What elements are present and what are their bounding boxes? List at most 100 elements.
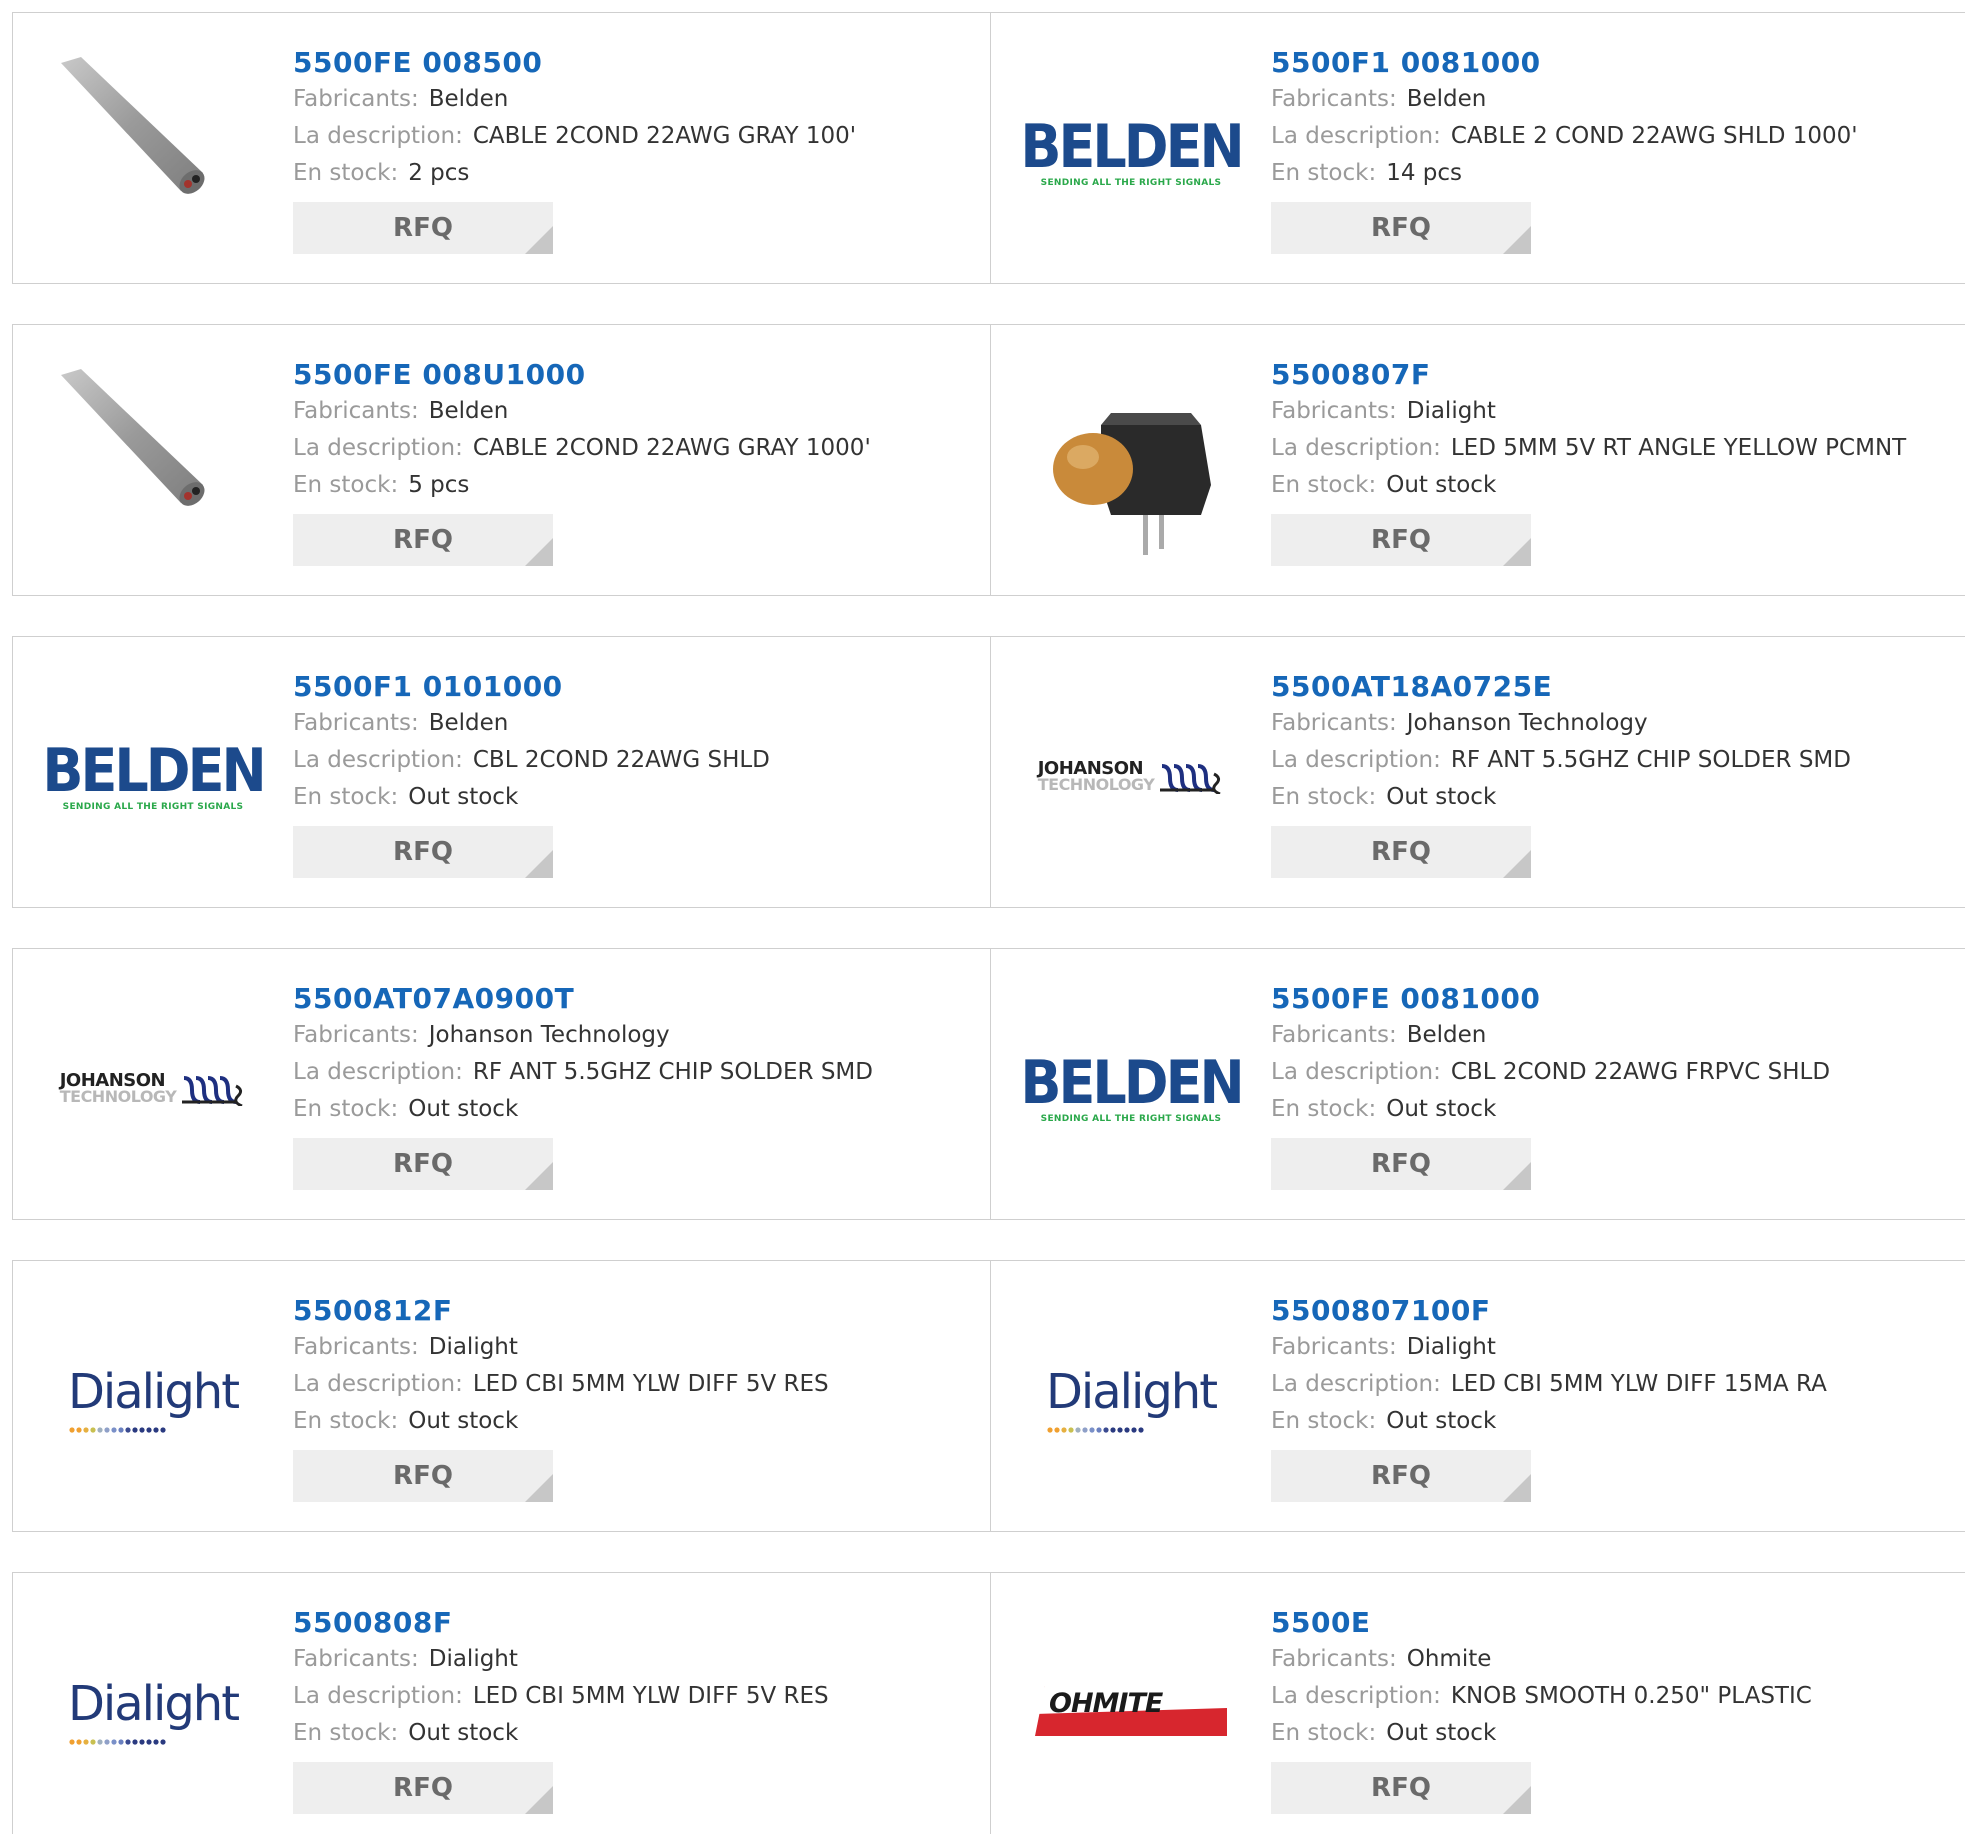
description-line: La description: LED 5MM 5V RT ANGLE YELLO… [1271,430,1951,467]
rfq-label: RFQ [1371,837,1431,867]
description-line: La description: LED CBI 5MM YLW DIFF 5V R… [293,1366,973,1403]
rfq-button[interactable]: RFQ [293,1450,553,1502]
rfq-button[interactable]: RFQ [1271,826,1531,878]
description-line: La description: LED CBI 5MM YLW DIFF 15MA… [1271,1366,1951,1403]
rfq-label: RFQ [1371,1149,1431,1179]
part-number-link[interactable]: 5500AT18A0725E [1271,669,1951,705]
dialight-wordmark: Dialight [67,1675,240,1732]
product-grid: 5500FE 008500 Fabricants: Belden La descrip… [0,0,1965,1834]
stock-value: Out stock [408,1096,519,1122]
part-number-link[interactable]: 5500AT07A0900T [293,981,973,1017]
stock-label: En stock: [1271,472,1377,498]
stock-value: 2 pcs [408,160,470,186]
description-line: La description: CABLE 2COND 22AWG GRAY 10… [293,430,973,467]
manufacturer-line: Fabricants: Belden [293,393,973,430]
manufacturer-label: Fabricants: [293,710,419,736]
manufacturer-value: Belden [1406,86,1487,112]
product-info: 5500812F Fabricants: Dialight La descriptio… [293,1293,973,1502]
rfq-button[interactable]: RFQ [293,202,553,254]
dialight-wordmark: Dialight [1045,1363,1218,1420]
product-info: 5500FE 008500 Fabricants: Belden La descrip… [293,45,973,254]
rfq-label: RFQ [393,1461,453,1491]
corner-fold-icon [525,538,553,566]
manufacturer-label: Fabricants: [1271,1646,1397,1672]
product-card: 5500807F Fabricants: Dialight La descriptio… [991,325,1965,595]
part-number-link[interactable]: 5500FE 008500 [293,45,973,81]
part-number-link[interactable]: 5500E [1271,1605,1951,1641]
description-label: La description: [293,1059,463,1085]
product-image-logo: Dialight [1031,1301,1231,1501]
belden-logo: BELDEN SENDING ALL THE RIGHT SIGNALS [1020,1051,1244,1124]
corner-fold-icon [1503,1474,1531,1502]
manufacturer-label: Fabricants: [293,86,419,112]
manufacturer-label: Fabricants: [1271,1022,1397,1048]
description-value: RF ANT 5.5GHZ CHIP SOLDER SMD [1450,747,1851,773]
product-info: 5500807F Fabricants: Dialight La descriptio… [1271,357,1951,566]
product-row: 5500FE 008500 Fabricants: Belden La descrip… [12,12,1965,284]
product-image-logo: JOHANSON TECHNOLOGY [53,989,253,1189]
product-image-logo: BELDEN SENDING ALL THE RIGHT SIGNALS [42,677,266,877]
rfq-button[interactable]: RFQ [1271,202,1531,254]
johanson-wave-icon [182,1076,243,1106]
description-value: CABLE 2COND 22AWG GRAY 1000' [472,435,871,461]
manufacturer-line: Fabricants: Johanson Technology [293,1017,973,1054]
part-number-link[interactable]: 5500F1 0101000 [293,669,973,705]
stock-line: En stock: Out stock [1271,467,1951,504]
manufacturer-value: Dialight [1406,398,1496,424]
rfq-label: RFQ [393,213,453,243]
description-label: La description: [1271,435,1441,461]
manufacturer-label: Fabricants: [293,1646,419,1672]
product-info: 5500808F Fabricants: Dialight La descriptio… [293,1605,973,1814]
part-number-link[interactable]: 5500FE 0081000 [1271,981,1951,1017]
product-card: BELDEN SENDING ALL THE RIGHT SIGNALS 5500F… [991,13,1965,283]
corner-fold-icon [525,1162,553,1190]
stock-label: En stock: [1271,784,1377,810]
product-card: Dialight 5500808F Fabricants: Dialight La de… [13,1573,991,1834]
description-label: La description: [1271,747,1441,773]
part-number-link[interactable]: 5500808F [293,1605,973,1641]
product-image-logo: BELDEN SENDING ALL THE RIGHT SIGNALS [1020,53,1244,253]
description-line: La description: CBL 2COND 22AWG FRPVC SHL… [1271,1054,1951,1091]
description-label: La description: [293,1371,463,1397]
manufacturer-value: Dialight [428,1646,518,1672]
stock-label: En stock: [1271,1408,1377,1434]
dialight-wordmark: Dialight [67,1363,240,1420]
description-line: La description: CBL 2COND 22AWG SHLD [293,742,973,779]
stock-line: En stock: Out stock [293,1091,973,1128]
rfq-button[interactable]: RFQ [293,826,553,878]
part-number-link[interactable]: 5500807F [1271,357,1951,393]
product-card: 5500FE 008U1000 Fabricants: Belden La descr… [13,325,991,595]
part-number-link[interactable]: 5500812F [293,1293,973,1329]
stock-line: En stock: 14 pcs [1271,155,1951,192]
rfq-button[interactable]: RFQ [1271,1450,1531,1502]
manufacturer-line: Fabricants: Belden [293,81,973,118]
corner-fold-icon [525,850,553,878]
rfq-button[interactable]: RFQ [1271,1762,1531,1814]
rfq-button[interactable]: RFQ [1271,514,1531,566]
description-label: La description: [293,435,463,461]
description-label: La description: [1271,123,1441,149]
stock-value: Out stock [408,784,519,810]
rfq-button[interactable]: RFQ [1271,1138,1531,1190]
manufacturer-line: Fabricants: Dialight [1271,393,1951,430]
rfq-label: RFQ [393,1773,453,1803]
dialight-dots-icon [69,1426,166,1433]
johanson-logo: JOHANSON TECHNOLOGY [60,1072,247,1106]
description-value: LED CBI 5MM YLW DIFF 5V RES [472,1683,829,1709]
product-card: OHMITE 5500E Fabricants: Ohmite La descripti… [991,1573,1965,1834]
manufacturer-label: Fabricants: [1271,1334,1397,1360]
product-image-logo: Dialight [53,1301,253,1501]
product-card: BELDEN SENDING ALL THE RIGHT SIGNALS 5500F… [991,949,1965,1219]
part-number-link[interactable]: 5500807100F [1271,1293,1951,1329]
part-number-link[interactable]: 5500F1 0081000 [1271,45,1951,81]
description-line: La description: CABLE 2COND 22AWG GRAY 10… [293,118,973,155]
rfq-button[interactable]: RFQ [293,1762,553,1814]
rfq-button[interactable]: RFQ [293,1138,553,1190]
stock-line: En stock: Out stock [1271,1403,1951,1440]
product-info: 5500AT07A0900T Fabricants: Johanson Techno… [293,981,973,1190]
part-number-link[interactable]: 5500FE 008U1000 [293,357,973,393]
rfq-button[interactable]: RFQ [293,514,553,566]
corner-fold-icon [525,1474,553,1502]
manufacturer-value: Johanson Technology [428,1022,670,1048]
manufacturer-value: Dialight [428,1334,518,1360]
